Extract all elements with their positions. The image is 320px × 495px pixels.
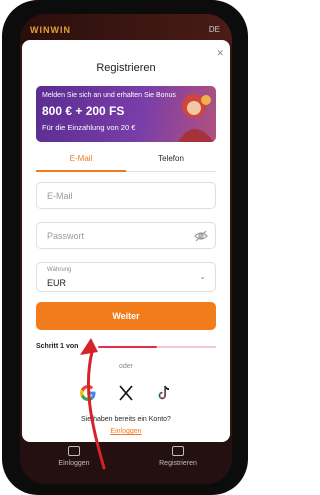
email-field[interactable] [47,183,197,208]
eye-off-icon[interactable] [194,229,208,243]
login-link[interactable]: Einloggen [22,428,230,435]
currency-value: EUR [47,278,67,288]
password-field-wrapper [36,222,216,249]
have-account-text: Sie haben bereits ein Konto? [81,416,171,423]
tab-phone[interactable]: Telefon [126,152,216,172]
currency-caption: Währung [47,267,72,273]
banner-line-3: Für die Einzahlung von 20 € [42,123,136,132]
language-selector[interactable]: DE [209,25,220,34]
continue-button[interactable]: Weiter [36,302,216,330]
email-field-wrapper [36,182,216,209]
tiktok-icon[interactable] [155,384,173,402]
close-icon[interactable]: ✕ [216,48,224,59]
bonus-banner: Melden Sie sich an und erhalten Sie Bonu… [36,86,216,142]
bottom-nav-register[interactable]: Registrieren [138,446,218,467]
bottom-nav: Einloggen Registrieren [20,436,232,484]
modal-title: Registrieren [96,62,156,74]
currency-select[interactable]: Währung EUR ⌄ [36,262,216,292]
bottom-nav-register-label: Registrieren [159,460,197,467]
step-label: Schritt 1 von [36,343,79,350]
bottom-nav-login[interactable]: Einloggen [34,446,114,467]
auth-tabs: E-Mail Telefon [36,152,216,172]
bottom-nav-login-label: Einloggen [58,460,90,467]
banner-bonus-amount: 800 € + 200 FS [42,104,125,118]
banner-line-1: Melden Sie sich an und erhalten Sie Bonu… [42,92,176,99]
or-divider: oder [118,363,133,370]
chevron-down-icon: ⌄ [199,272,206,281]
banner-character-image [178,94,214,142]
tab-email[interactable]: E-Mail [36,152,126,172]
registration-modal: Registrieren ✕ Melden Sie sich an und er… [22,40,230,442]
app-logo: WINWIN [30,25,71,35]
register-icon [172,446,184,456]
login-icon [68,446,80,456]
step-progress-fill [98,346,157,348]
password-field[interactable] [47,223,197,248]
google-icon[interactable] [79,384,97,402]
x-icon[interactable] [117,384,135,402]
step-progress-bar [98,346,216,348]
